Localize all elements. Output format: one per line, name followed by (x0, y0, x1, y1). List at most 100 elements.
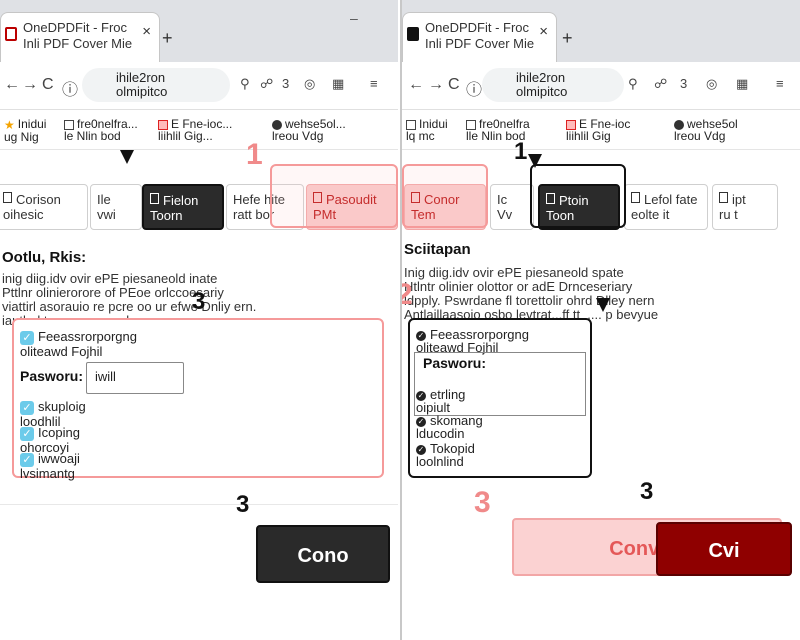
option-item[interactable]: ✓ skuploig loodhlil (20, 400, 86, 428)
format-option[interactable]: ipt ru t (712, 184, 778, 230)
format-option[interactable]: Corison oihesic (0, 184, 88, 230)
reload-icon[interactable]: C (42, 76, 54, 94)
pdf-favicon-icon (5, 27, 17, 41)
option-encrypt[interactable]: ✓ Feeassrorporgng oliteawd Fojhil (416, 328, 529, 354)
highlight-callout (402, 164, 488, 228)
pdf-favicon-icon (407, 27, 419, 41)
back-icon[interactable]: ← (4, 76, 20, 94)
url-text: ihile2ron olmipitco (116, 70, 168, 99)
description-line: Pttlnr olinierorore of PEoe orlccoesariy (2, 285, 224, 300)
description-title: Sciitapan (404, 241, 471, 258)
location-icon[interactable]: ⚲ (628, 76, 638, 92)
browser-tab[interactable]: OneDPDFit - Froc Inli PDF Cover Mie × (0, 12, 160, 62)
action-bar: 3 Cono (0, 491, 398, 624)
options-panel: ✓ Feeassrorporgng oliteawd Fojhil Pasworu:… (12, 318, 384, 480)
convert-button[interactable]: Cvi (656, 522, 792, 576)
doc-icon (631, 192, 640, 203)
info-icon[interactable]: ⓘ (62, 76, 78, 100)
browser-tab[interactable]: OneDPDFit - Froc Inli PDF Cover Mie × (402, 12, 557, 62)
option-item[interactable]: ✓ etrling oipiult (416, 388, 465, 414)
right-browser-window: OneDPDFit - Froc Inli PDF Cover Mie × + … (400, 0, 800, 640)
option-item[interactable]: ✓ skomang lducodin (416, 414, 483, 440)
target-icon[interactable]: ◎ (706, 76, 717, 92)
grid-icon[interactable]: ▦ (332, 76, 344, 92)
bookmark-item[interactable]: ★ Inidui ug Nig (4, 118, 46, 143)
description-line: inig diig.idv ovir ePE piesaneold inate (2, 271, 218, 286)
option-encrypt[interactable]: ✓ Feeassrorporgng oliteawd Fojhil (20, 330, 137, 358)
cursor-icon (120, 150, 134, 164)
option-item[interactable]: ✓ iwwoaji lvsimantg (20, 452, 80, 480)
tab-bar: OneDPDFit - Froc Inli PDF Cover Mie × + (402, 0, 800, 62)
checkbox-icon: ✓ (20, 330, 34, 345)
tab-title: OneDPDFit - Froc Inli PDF Cover Mie (425, 20, 535, 51)
description-line: viattirl asorauio re pcre oo ur efwe Dnl… (2, 299, 257, 314)
checkbox-icon: ✓ (20, 426, 34, 441)
step-number: 3 (192, 288, 206, 315)
format-option[interactable]: Ile vwi (90, 184, 142, 230)
forward-icon[interactable]: → (22, 76, 38, 94)
extension-icon[interactable]: 3 (680, 76, 687, 91)
bookmark-item[interactable]: fre0nelfra... le Nlin bod (64, 118, 138, 142)
password-label: Pasworu: (423, 355, 487, 371)
minimize-icon[interactable]: – (350, 10, 358, 26)
format-option[interactable]: Ic Vv (490, 184, 534, 230)
share-icon[interactable]: ☍ (654, 76, 667, 92)
description-line: Inig diig.idv ovir ePE piesaneold spate (404, 265, 624, 280)
format-option-selected[interactable]: Fielon Toorn (142, 184, 224, 230)
page-content: 1 Corison oihesic Ile vwi Fielon Toorn Hefe… (0, 138, 398, 640)
close-icon[interactable]: × (142, 23, 151, 40)
bookmark-item[interactable]: wehse5ol... lreou Vdg (272, 118, 346, 142)
step-number: 3 (640, 478, 654, 505)
url-text: ihile2ron olmipitco (516, 70, 568, 99)
doc-icon (719, 192, 728, 203)
new-tab-icon[interactable]: + (162, 28, 173, 49)
bookmarks-bar: ★ Inidui ug Nig fre0nelfra... le Nlin bod E… (0, 110, 398, 150)
page-content: 1 Conor Tem Ic Vv Ptoin Toon Lefol fate eolt… (402, 138, 800, 640)
step-number: 3 (474, 486, 491, 519)
step-number: 1 (514, 138, 528, 165)
checkbox-icon: ✓ (20, 400, 34, 415)
left-browser-window: OneDPDFit - Froc Inli PDF Cover Mie × + … (0, 0, 398, 640)
description-title: Ootlu, Rkis: (2, 249, 87, 266)
target-icon[interactable]: ◎ (304, 76, 315, 92)
reload-icon[interactable]: C (448, 76, 460, 94)
doc-icon (3, 192, 12, 203)
bookmark-item[interactable]: wehse5ol lreou Vdg (674, 118, 738, 142)
description-line: ldpply. Pswrdane fl torettolir ohrd Dlle… (404, 293, 655, 308)
action-bar: 3 3 Convert Cvi (402, 478, 800, 602)
cursor-icon (596, 298, 610, 312)
password-input[interactable]: iwill (86, 362, 184, 394)
highlight-callout-selected (530, 164, 626, 228)
bookmark-item[interactable]: E Fne-ioc liihlil Gig (566, 118, 630, 142)
option-item[interactable]: ✓ Icoping ohorcoyi (20, 426, 80, 454)
new-tab-icon[interactable]: + (562, 28, 573, 49)
bookmark-item[interactable]: E Fne-ioc... liihlil Gig... (158, 118, 232, 142)
grid-icon[interactable]: ▦ (736, 76, 748, 92)
highlight-callout (270, 164, 398, 228)
description-line: Htlntr olinier olottor or adE Drnceseria… (404, 279, 633, 294)
back-icon[interactable]: ← (408, 76, 424, 94)
navigation-bar: ← → C ⓘ ihile2ron olmipitco ⚲ ☍ 3 ◎ ▦ ≡ (0, 62, 398, 110)
step-number: 2 (402, 278, 413, 312)
option-item[interactable]: ✓ Tokopid loolnlind (416, 442, 475, 468)
bookmarks-bar: Inidui lq mc fre0nelfra lle Nlin bod E Fne… (402, 110, 800, 150)
tab-title: OneDPDFit - Froc Inli PDF Cover Mie (23, 20, 133, 51)
menu-icon[interactable]: ≡ (776, 76, 784, 91)
navigation-bar: ← → C ⓘ ihile2ron olmipitco ⚲ ☍ 3 ◎ ▦ ≡ (402, 62, 800, 110)
convert-button[interactable]: Cono (256, 525, 390, 583)
format-option[interactable]: Lefol fate eolte it (624, 184, 708, 230)
share-icon[interactable]: ☍ (260, 76, 273, 92)
step-number: 3 (236, 491, 250, 518)
address-bar[interactable]: ihile2ron olmipitco (82, 68, 230, 102)
address-bar[interactable]: ihile2ron olmipitco (482, 68, 624, 102)
info-icon[interactable]: ⓘ (466, 76, 482, 100)
menu-icon[interactable]: ≡ (370, 76, 378, 91)
image-icon (150, 193, 159, 204)
close-icon[interactable]: × (539, 23, 548, 40)
checkbox-icon: ✓ (20, 452, 34, 467)
bookmark-item[interactable]: Inidui lq mc (406, 118, 448, 142)
location-icon[interactable]: ⚲ (240, 76, 250, 92)
forward-icon[interactable]: → (428, 76, 444, 94)
extension-icon[interactable]: 3 (282, 76, 289, 91)
tab-bar: OneDPDFit - Froc Inli PDF Cover Mie × + … (0, 0, 398, 62)
